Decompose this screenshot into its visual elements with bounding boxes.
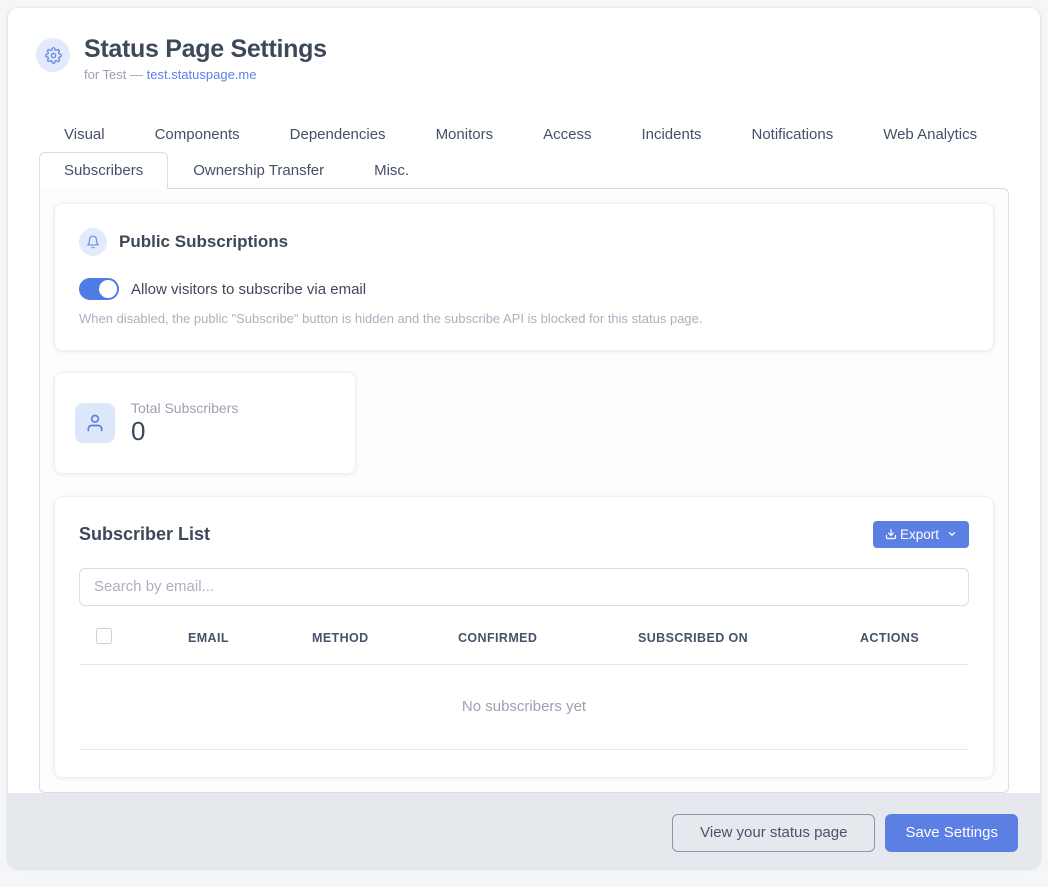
public-subscriptions-card: Public Subscriptions Allow visitors to s…	[54, 203, 994, 351]
subscribe-toggle-row: Allow visitors to subscribe via email	[79, 278, 969, 300]
download-icon	[885, 528, 897, 540]
tab-misc[interactable]: Misc.	[349, 152, 434, 188]
page-subtitle: for Test — test.statuspage.me	[84, 67, 327, 82]
view-status-page-button[interactable]: View your status page	[672, 814, 875, 852]
tab-components[interactable]: Components	[130, 116, 265, 152]
page-title-block: Status Page Settings for Test — test.sta…	[84, 34, 327, 82]
stat-label: Total Subscribers	[131, 400, 238, 416]
user-icon	[75, 403, 115, 443]
tab-access[interactable]: Access	[518, 116, 616, 152]
toggle-knob	[99, 280, 117, 298]
empty-state-message: No subscribers yet	[79, 665, 969, 750]
tab-ownership-transfer[interactable]: Ownership Transfer	[168, 152, 349, 188]
status-page-settings-window: Status Page Settings for Test — test.sta…	[8, 8, 1040, 868]
tab-incidents[interactable]: Incidents	[616, 116, 726, 152]
select-all-checkbox[interactable]	[96, 628, 112, 644]
tab-subscribers[interactable]: Subscribers	[39, 152, 168, 189]
subscriber-list-title: Subscriber List	[79, 524, 210, 545]
footer-action-bar: View your status page Save Settings	[8, 793, 1040, 868]
export-button[interactable]: Export	[873, 521, 969, 548]
total-subscribers-card: Total Subscribers 0	[54, 372, 356, 474]
page-title: Status Page Settings	[84, 34, 327, 64]
subscriber-list-card: Subscriber List Export	[54, 496, 994, 778]
public-subscriptions-title: Public Subscriptions	[119, 232, 288, 252]
status-page-link[interactable]: test.statuspage.me	[147, 67, 257, 82]
tabs-area: Visual Components Dependencies Monitors …	[8, 116, 1040, 793]
tab-list: Visual Components Dependencies Monitors …	[39, 116, 1009, 188]
table-header-row: EMAIL METHOD CONFIRMED SUBSCRIBED ON ACT…	[79, 628, 969, 665]
chevron-down-icon	[947, 529, 957, 539]
export-button-label: Export	[900, 527, 939, 542]
subscribers-tab-panel: Public Subscriptions Allow visitors to s…	[39, 188, 1009, 793]
tab-monitors[interactable]: Monitors	[411, 116, 519, 152]
save-settings-button[interactable]: Save Settings	[885, 814, 1018, 852]
subscribe-help-text: When disabled, the public "Subscribe" bu…	[79, 311, 969, 326]
tab-dependencies[interactable]: Dependencies	[265, 116, 411, 152]
stat-text-block: Total Subscribers 0	[131, 400, 238, 446]
page-header: Status Page Settings for Test — test.sta…	[8, 8, 1040, 82]
search-input[interactable]	[79, 568, 969, 606]
subtitle-prefix: for Test —	[84, 67, 147, 82]
public-subscriptions-header: Public Subscriptions	[79, 228, 969, 256]
column-header-email: EMAIL	[188, 631, 312, 645]
gear-icon	[36, 38, 70, 72]
stat-value: 0	[131, 417, 238, 446]
column-header-confirmed: CONFIRMED	[458, 631, 638, 645]
tab-web-analytics[interactable]: Web Analytics	[858, 116, 1002, 152]
bell-icon	[79, 228, 107, 256]
tab-visual[interactable]: Visual	[39, 116, 130, 152]
allow-subscribe-toggle[interactable]	[79, 278, 119, 300]
column-header-method: METHOD	[312, 631, 458, 645]
tab-notifications[interactable]: Notifications	[727, 116, 859, 152]
toggle-label: Allow visitors to subscribe via email	[131, 281, 366, 298]
column-header-actions: ACTIONS	[860, 631, 969, 645]
column-header-subscribed-on: SUBSCRIBED ON	[638, 631, 860, 645]
subscriber-list-header: Subscriber List Export	[79, 521, 969, 548]
